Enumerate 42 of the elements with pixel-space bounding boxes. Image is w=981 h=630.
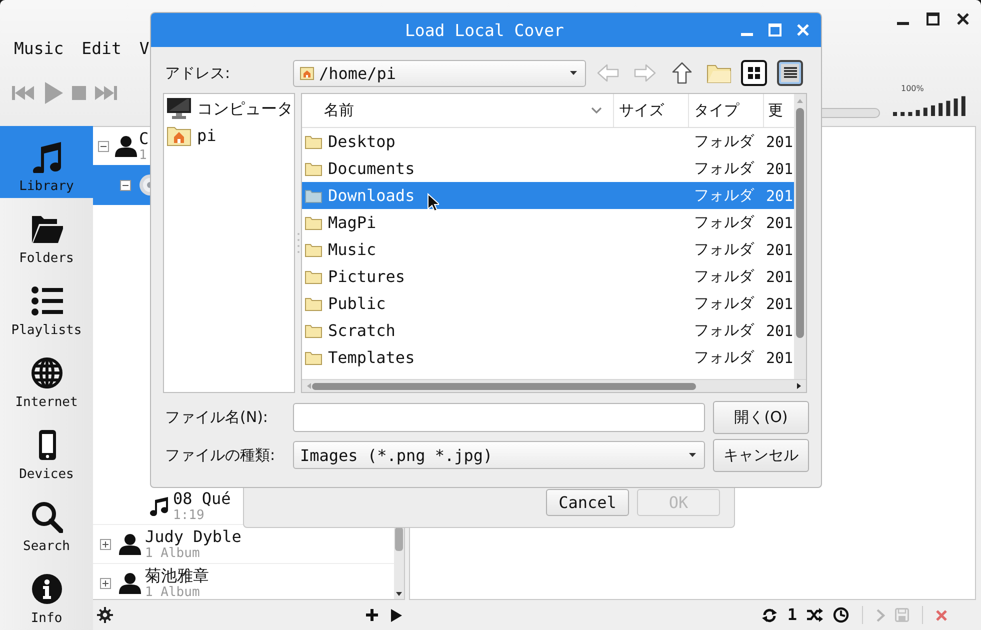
file-type: フォルダ [693, 321, 756, 340]
address-label: アドレス: [164, 64, 232, 82]
dialog-title: Load Local Cover [405, 20, 564, 40]
file-type: フォルダ [693, 240, 756, 259]
artist-name: 菊池雅章 [145, 566, 209, 584]
album-count: 1 Album [145, 546, 201, 560]
track-title: 08 Qué [173, 490, 231, 508]
address-text: /home/pi [319, 64, 396, 82]
volume-reading: 100% [900, 84, 924, 94]
file-date: 201 [765, 294, 794, 312]
file-type: フォルダ [693, 132, 756, 151]
file-date: 201 [765, 348, 794, 366]
file-name: Desktop [328, 132, 396, 151]
file-name: Templates [328, 348, 415, 367]
artist-name: Judy Dyble [145, 528, 242, 546]
file-date: 201 [765, 240, 794, 258]
file-name: Downloads [328, 186, 415, 205]
file-type: フォルダ [693, 159, 756, 178]
album-count: 1 [139, 148, 148, 162]
album-count: 1 Album [145, 584, 201, 599]
file-date: 201 [765, 322, 794, 340]
file-date: 201 [765, 132, 794, 150]
file-type: フォルダ [693, 267, 756, 286]
file-type: フォルダ [693, 348, 756, 367]
file-name: Public [328, 294, 386, 313]
file-type: フォルダ [693, 213, 756, 232]
file-date: 201 [765, 268, 794, 286]
file-name: Pictures [328, 267, 406, 286]
file-name: Documents [328, 159, 415, 178]
file-name: Scratch [328, 321, 396, 340]
track-duration: 1:19 [173, 508, 206, 522]
file-type: フォルダ [693, 294, 756, 313]
file-type: フォルダ [693, 186, 756, 205]
filename-label: ファイル名(N): [164, 408, 269, 426]
file-date: 201 [765, 214, 794, 232]
artist-name: C [139, 130, 149, 148]
file-date: 201 [765, 160, 794, 178]
file-date: 201 [765, 186, 794, 204]
file-name: Music [328, 240, 376, 259]
file-type-label: ファイルの種類: [164, 446, 276, 464]
file-type-text: Images (*.png *.jpg) [300, 446, 493, 464]
file-name: MagPi [328, 213, 376, 232]
